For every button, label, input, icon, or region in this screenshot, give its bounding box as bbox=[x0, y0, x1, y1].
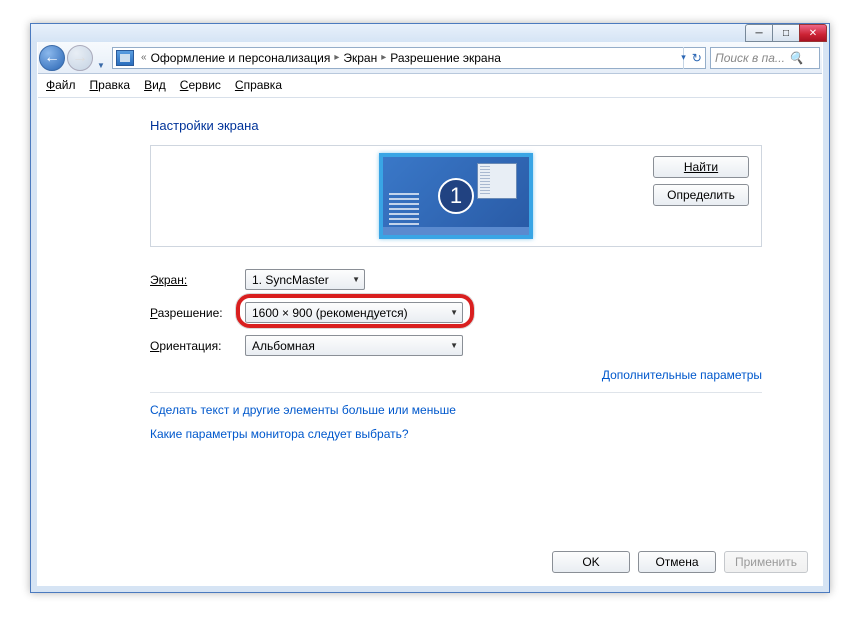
screen-label: Экран: bbox=[150, 273, 245, 287]
close-button[interactable]: ✕ bbox=[799, 24, 827, 42]
breadcrumb-prefix: « bbox=[141, 52, 147, 63]
search-icon: 🔍 bbox=[789, 51, 804, 65]
menu-help[interactable]: Справка bbox=[235, 78, 282, 92]
resolution-row: Разрешение: 1600 × 900 (рекомендуется) ▼ bbox=[150, 302, 762, 323]
resolution-dropdown[interactable]: 1600 × 900 (рекомендуется) ▼ bbox=[245, 302, 463, 323]
chevron-down-icon: ▼ bbox=[442, 341, 458, 350]
breadcrumb-resolution[interactable]: Разрешение экрана bbox=[390, 51, 501, 65]
desktop-window-icon bbox=[477, 163, 517, 199]
which-settings-link[interactable]: Какие параметры монитора следует выбрать… bbox=[150, 427, 409, 441]
dialog-buttons: OK Отмена Применить bbox=[552, 551, 808, 573]
nav-history-dropdown[interactable]: ▼ bbox=[94, 46, 108, 70]
screen-row: Экран: 1. SyncMaster ▼ bbox=[150, 269, 762, 290]
menu-file[interactable]: Файл bbox=[46, 78, 76, 92]
menu-edit[interactable]: Правка bbox=[90, 78, 131, 92]
resolution-value: 1600 × 900 (рекомендуется) bbox=[252, 306, 408, 320]
minimize-button[interactable]: ─ bbox=[745, 24, 773, 42]
desktop-pattern-icon bbox=[389, 193, 419, 231]
monitor-preview[interactable]: 1 bbox=[379, 153, 533, 239]
dropdown-icon[interactable]: ▾ bbox=[681, 52, 686, 63]
chevron-right-icon: ▸ bbox=[381, 52, 386, 63]
monitor-number: 1 bbox=[438, 178, 474, 214]
page-title: Настройки экрана bbox=[150, 118, 762, 133]
chevron-right-icon: ▸ bbox=[334, 52, 339, 63]
screen-value: 1. SyncMaster bbox=[252, 273, 329, 287]
menu-view[interactable]: Вид bbox=[144, 78, 166, 92]
control-panel-window: ─ □ ✕ ← → ▼ « Оформление и персонализаци… bbox=[30, 23, 830, 593]
orientation-value: Альбомная bbox=[252, 339, 315, 353]
chevron-down-icon: ▼ bbox=[344, 275, 360, 284]
screen-dropdown[interactable]: 1. SyncMaster ▼ bbox=[245, 269, 365, 290]
advanced-settings-link[interactable]: Дополнительные параметры bbox=[602, 368, 762, 382]
back-button[interactable]: ← bbox=[39, 45, 65, 71]
text-size-link[interactable]: Сделать текст и другие элементы больше и… bbox=[150, 403, 456, 417]
orientation-dropdown[interactable]: Альбомная ▼ bbox=[245, 335, 463, 356]
address-bar[interactable]: « Оформление и персонализация ▸ Экран ▸ … bbox=[112, 47, 706, 69]
chevron-down-icon: ▼ bbox=[442, 308, 458, 317]
forward-button: → bbox=[67, 45, 93, 71]
search-box[interactable]: Поиск в па... 🔍 bbox=[710, 47, 820, 69]
close-icon: ✕ bbox=[809, 28, 817, 39]
separator bbox=[150, 392, 762, 393]
control-panel-icon bbox=[116, 50, 134, 66]
arrow-left-icon: ← bbox=[44, 49, 60, 67]
taskbar-icon bbox=[383, 227, 529, 235]
search-placeholder: Поиск в па... bbox=[715, 51, 785, 65]
orientation-label: Ориентация: bbox=[150, 339, 245, 353]
find-button[interactable]: Найти bbox=[653, 156, 749, 178]
orientation-row: Ориентация: Альбомная ▼ bbox=[150, 335, 762, 356]
maximize-icon: □ bbox=[783, 28, 789, 39]
breadcrumb-appearance[interactable]: Оформление и персонализация bbox=[151, 51, 331, 65]
navigation-bar: ← → ▼ « Оформление и персонализация ▸ Эк… bbox=[38, 42, 822, 74]
breadcrumb-screen[interactable]: Экран bbox=[343, 51, 377, 65]
apply-button: Применить bbox=[724, 551, 808, 573]
titlebar[interactable]: ─ □ ✕ bbox=[31, 24, 829, 42]
content-area: Настройки экрана 1 Найти Определить bbox=[38, 97, 822, 585]
resolution-label: Разрешение: bbox=[150, 306, 245, 320]
ok-button[interactable]: OK bbox=[552, 551, 630, 573]
cancel-button[interactable]: Отмена bbox=[638, 551, 716, 573]
menu-bar: Файл Правка Вид Сервис Справка bbox=[38, 74, 822, 96]
minimize-icon: ─ bbox=[755, 28, 762, 39]
refresh-icon[interactable]: ↻ bbox=[692, 51, 702, 65]
menu-tools[interactable]: Сервис bbox=[180, 78, 221, 92]
arrow-right-icon: → bbox=[72, 49, 88, 67]
maximize-button[interactable]: □ bbox=[772, 24, 800, 42]
identify-button[interactable]: Определить bbox=[653, 184, 749, 206]
monitor-arrangement-box: 1 Найти Определить bbox=[150, 145, 762, 247]
